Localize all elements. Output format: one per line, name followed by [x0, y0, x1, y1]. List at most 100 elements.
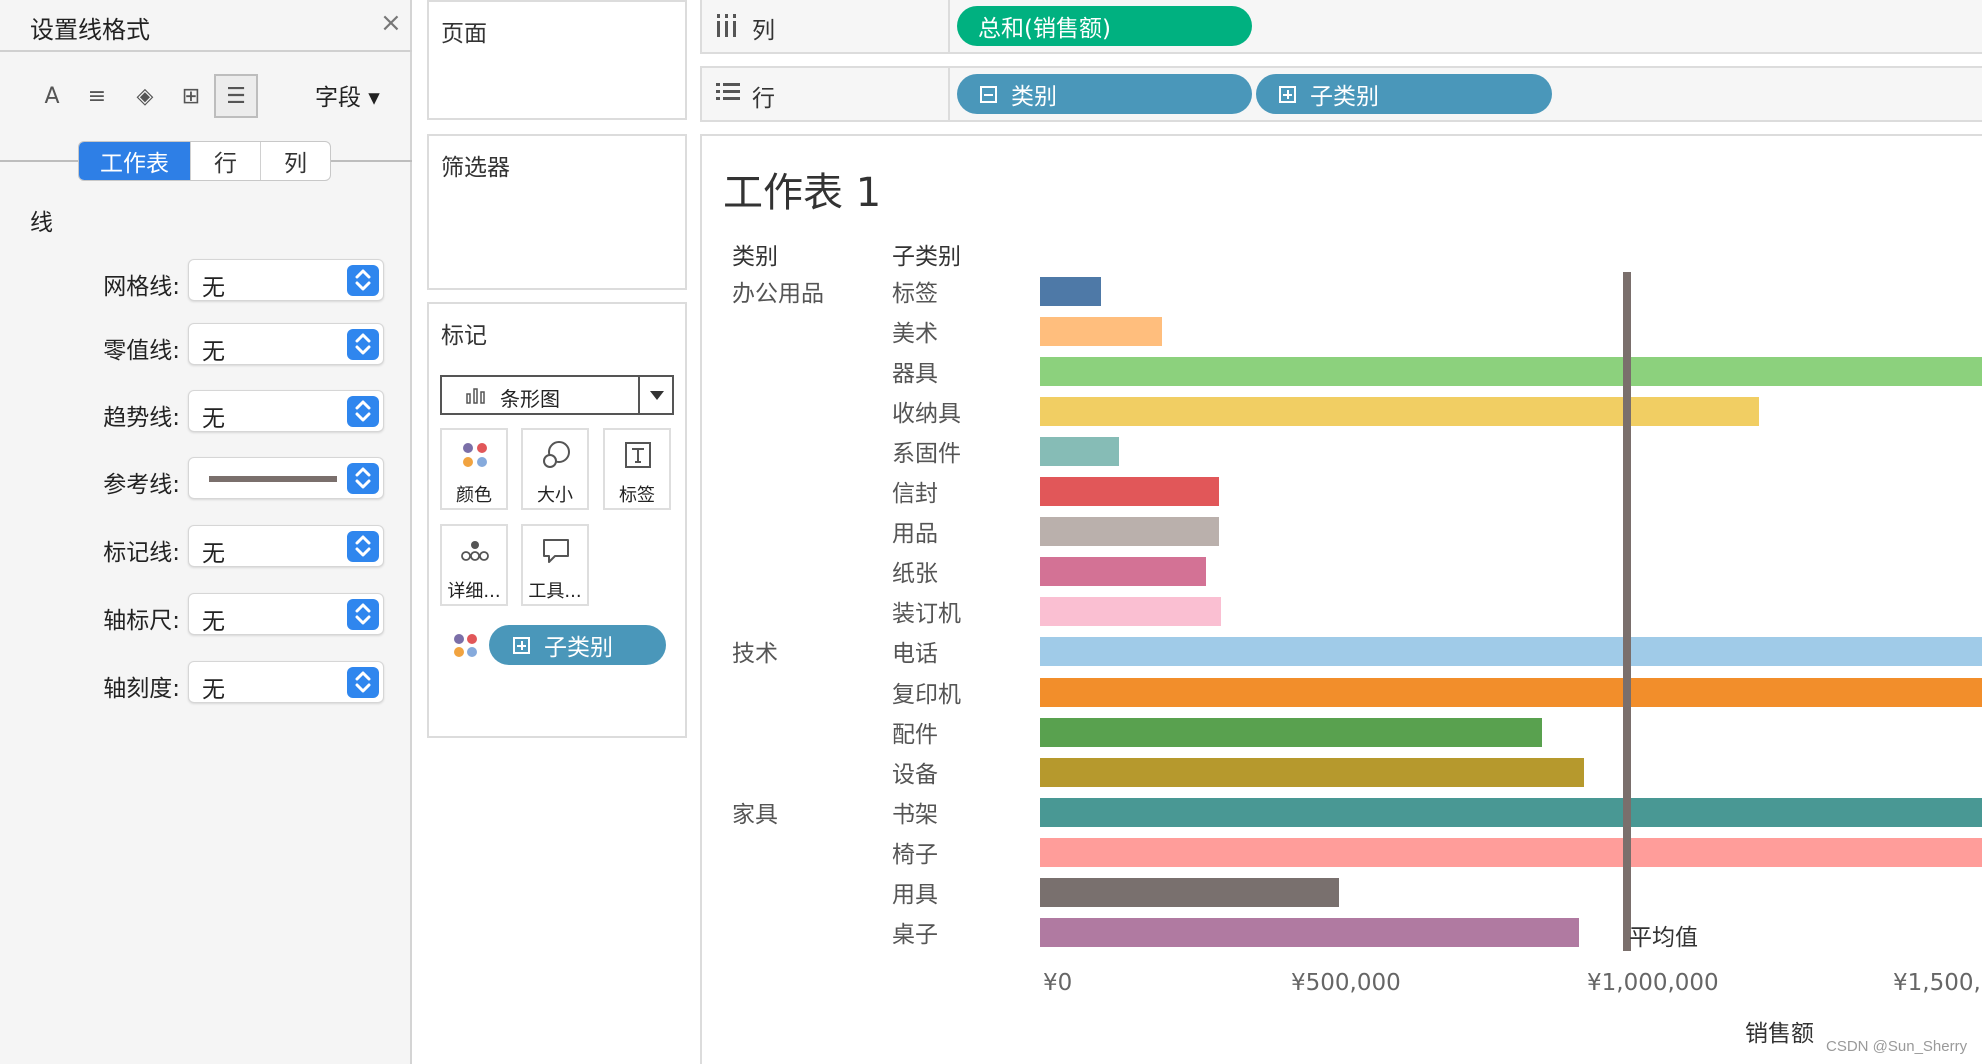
subcategory-label[interactable]: 电话: [892, 634, 938, 668]
stepper-icon[interactable]: [347, 265, 379, 296]
lines-icon[interactable]: ☰: [214, 74, 258, 118]
subcategory-label[interactable]: 用品: [892, 514, 938, 548]
bar-mark[interactable]: [1040, 437, 1119, 467]
stepper-icon[interactable]: [347, 667, 379, 698]
collapse-icon[interactable]: [980, 85, 997, 103]
detail-button[interactable]: 详细...: [440, 524, 508, 606]
subcategory-label[interactable]: 标签: [892, 274, 938, 308]
subcategory-label[interactable]: 书架: [892, 795, 938, 829]
text-icon: [625, 442, 651, 468]
category-header: 类别: [732, 244, 778, 270]
pages-title: 页面: [441, 21, 487, 47]
columns-shelf-header: 列: [702, 0, 950, 52]
stepper-icon[interactable]: [347, 396, 379, 427]
bar-mark[interactable]: [1040, 557, 1206, 587]
bar-mark[interactable]: [1040, 917, 1579, 947]
x-tick-label: ¥500,000: [1291, 970, 1401, 996]
axis-ticks-select[interactable]: 无: [188, 661, 384, 703]
drop-lines-row: 标记线: 无: [0, 525, 412, 569]
rows-category-pill[interactable]: 类别: [957, 74, 1252, 114]
tab-rows[interactable]: 行: [191, 142, 261, 180]
bar-mark[interactable]: [1040, 757, 1585, 787]
expand-icon[interactable]: [513, 636, 530, 654]
label-label: 标签: [619, 485, 655, 506]
columns-icon: [717, 14, 736, 37]
shading-icon[interactable]: ◈: [123, 74, 167, 118]
reference-lines-select[interactable]: [188, 457, 384, 499]
scope-tabs: 工作表 行 列: [78, 141, 331, 181]
bar-mark[interactable]: [1040, 877, 1340, 907]
subcategory-label[interactable]: 信封: [892, 474, 938, 508]
color-label: 颜色: [456, 485, 492, 506]
subcategory-label[interactable]: 收纳具: [892, 394, 961, 428]
field-dropdown[interactable]: 字段 ▾: [315, 78, 380, 112]
bar-mark[interactable]: [1040, 637, 1982, 667]
subcategory-label[interactable]: 美术: [892, 314, 938, 348]
drop-lines-select[interactable]: 无: [188, 525, 384, 567]
bar-mark[interactable]: [1040, 317, 1163, 347]
expand-icon[interactable]: [1279, 85, 1296, 103]
bar-mark[interactable]: [1040, 797, 1982, 827]
stepper-icon[interactable]: [347, 599, 379, 630]
tooltip-button[interactable]: 工具...: [521, 524, 589, 606]
filters-card[interactable]: 筛选器: [427, 134, 687, 290]
subcategory-header: 子类别: [892, 244, 961, 270]
grid-lines-select[interactable]: 无: [188, 259, 384, 301]
close-icon[interactable]: ×: [380, 8, 402, 38]
align-icon[interactable]: ≡: [75, 74, 119, 118]
category-label[interactable]: 家具: [732, 795, 778, 829]
axis-ticks-value: 无: [202, 677, 225, 703]
tab-worksheet[interactable]: 工作表: [79, 142, 191, 180]
axis-rulers-select[interactable]: 无: [188, 593, 384, 635]
bar-mark[interactable]: [1040, 477, 1220, 507]
bar-mark[interactable]: [1040, 717, 1543, 747]
rows-shelf-label: 行: [752, 86, 775, 112]
reference-line-label: 平均值: [1629, 925, 1698, 951]
pages-card[interactable]: 页面: [427, 0, 687, 120]
marks-card: 标记: [427, 302, 687, 738]
rows-subcategory-pill[interactable]: 子类别: [1256, 74, 1552, 114]
color-button[interactable]: 颜色: [440, 428, 508, 510]
color-encoding-icon: [454, 634, 477, 657]
stepper-icon[interactable]: [347, 531, 379, 562]
divider: [0, 50, 412, 52]
x-tick-label: ¥1,000,000: [1587, 970, 1719, 996]
filters-title: 筛选器: [441, 155, 510, 181]
trend-lines-label: 趋势线:: [103, 405, 180, 431]
subcategory-label[interactable]: 设备: [892, 755, 938, 789]
mark-type-dropdown[interactable]: 条形图: [440, 375, 674, 415]
bar-mark[interactable]: [1040, 597, 1222, 627]
category-label[interactable]: 技术: [732, 634, 778, 668]
subcategory-label[interactable]: 系固件: [892, 434, 961, 468]
bar-mark[interactable]: [1040, 517, 1220, 547]
subcategory-label[interactable]: 配件: [892, 715, 938, 749]
columns-measure-pill[interactable]: 总和(销售额): [957, 6, 1252, 46]
bar-mark[interactable]: [1040, 397, 1760, 427]
tab-columns[interactable]: 列: [261, 142, 330, 180]
subcategory-label[interactable]: 复印机: [892, 675, 961, 709]
subcategory-label[interactable]: 椅子: [892, 835, 938, 869]
average-reference-line[interactable]: [1622, 272, 1631, 951]
subcategory-label[interactable]: 用具: [892, 875, 938, 909]
bar-mark[interactable]: [1040, 277, 1102, 306]
trend-lines-select[interactable]: 无: [188, 390, 384, 432]
category-label[interactable]: 办公用品: [732, 274, 824, 308]
zero-lines-select[interactable]: 无: [188, 323, 384, 365]
subcategory-label[interactable]: 桌子: [892, 915, 938, 949]
bar-mark[interactable]: [1040, 837, 1982, 867]
columns-measure-label: 总和(销售额): [978, 16, 1111, 42]
subcategory-label[interactable]: 装订机: [892, 594, 961, 628]
bar-mark[interactable]: [1040, 677, 1982, 707]
font-icon[interactable]: A: [30, 74, 74, 118]
borders-icon[interactable]: ⊞: [169, 74, 213, 118]
line-style-swatch: [209, 476, 337, 482]
subcategory-label[interactable]: 器具: [892, 354, 938, 388]
label-button[interactable]: 标签: [603, 428, 671, 510]
mark-type-label: 条形图: [500, 387, 560, 411]
stepper-icon[interactable]: [347, 463, 379, 494]
size-button[interactable]: 大小: [521, 428, 589, 510]
stepper-icon[interactable]: [347, 329, 379, 360]
color-field-pill[interactable]: 子类别: [489, 625, 666, 665]
subcategory-label[interactable]: 纸张: [892, 554, 938, 588]
bar-mark[interactable]: [1040, 357, 1982, 387]
